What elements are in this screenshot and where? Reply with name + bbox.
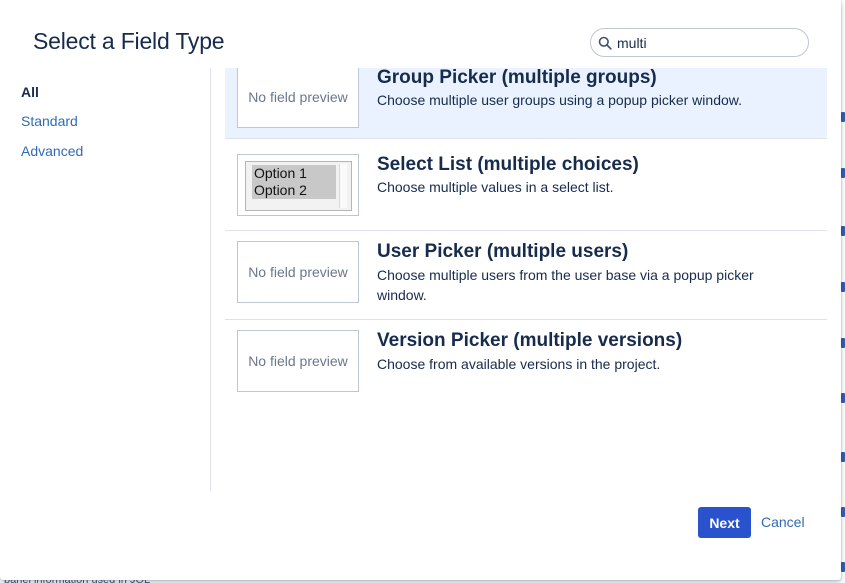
multi-select-box: Option 1 Option 2 (245, 161, 352, 211)
field-row-select-list[interactable]: Option 1 Option 2 Select List (multiple … (225, 144, 827, 231)
background-link-fragment (841, 112, 845, 122)
select-option: Option 1 (252, 165, 336, 182)
select-field-type-dialog: Select a Field Type All Standard Advance… (0, 0, 841, 580)
field-description: Choose multiple values in a select list. (377, 179, 614, 195)
background-link-fragment (841, 452, 845, 462)
select-scrollbar (339, 164, 347, 208)
field-title: User Picker (multiple users) (377, 241, 629, 262)
field-row-group-picker[interactable]: No field preview Group Picker (multiple … (225, 68, 827, 139)
search-box[interactable] (590, 28, 809, 57)
sidebar-item-standard[interactable]: Standard (21, 113, 78, 129)
next-button[interactable]: Next (698, 507, 751, 538)
field-title: Select List (multiple choices) (377, 154, 639, 175)
field-preview: No field preview (237, 330, 359, 392)
sidebar-item-advanced[interactable]: Advanced (21, 143, 83, 159)
sidebar-item-all[interactable]: All (21, 84, 39, 100)
select-list-preview: Option 1 Option 2 (237, 154, 359, 216)
background-link-fragment (841, 507, 845, 517)
field-description: Choose multiple user groups using a popu… (377, 92, 742, 108)
select-option: Option 2 (252, 182, 336, 199)
field-description: Choose from available versions in the pr… (377, 356, 661, 372)
field-description: Choose multiple users from the user base… (377, 267, 754, 303)
dialog-title: Select a Field Type (33, 28, 225, 54)
field-preview: No field preview (237, 68, 359, 128)
field-row-user-picker[interactable]: No field preview User Picker (multiple u… (225, 231, 827, 320)
background-link-fragment (841, 226, 845, 236)
search-icon (598, 36, 612, 50)
search-input[interactable] (617, 34, 797, 51)
field-preview: No field preview (237, 241, 359, 303)
background-link-fragment (841, 282, 845, 292)
background-link-fragment (841, 393, 845, 403)
field-type-list: No field preview Group Picker (multiple … (225, 68, 827, 491)
field-row-version-picker[interactable]: No field preview Version Picker (multipl… (225, 320, 827, 405)
field-title: Version Picker (multiple versions) (377, 330, 683, 351)
category-sidebar: All Standard Advanced (0, 68, 211, 491)
field-title: Group Picker (multiple groups) (377, 68, 657, 88)
background-link-fragment (841, 338, 845, 348)
background-link-fragment (841, 168, 845, 178)
cancel-button[interactable]: Cancel (761, 514, 805, 530)
background-link-fragment (841, 562, 845, 572)
